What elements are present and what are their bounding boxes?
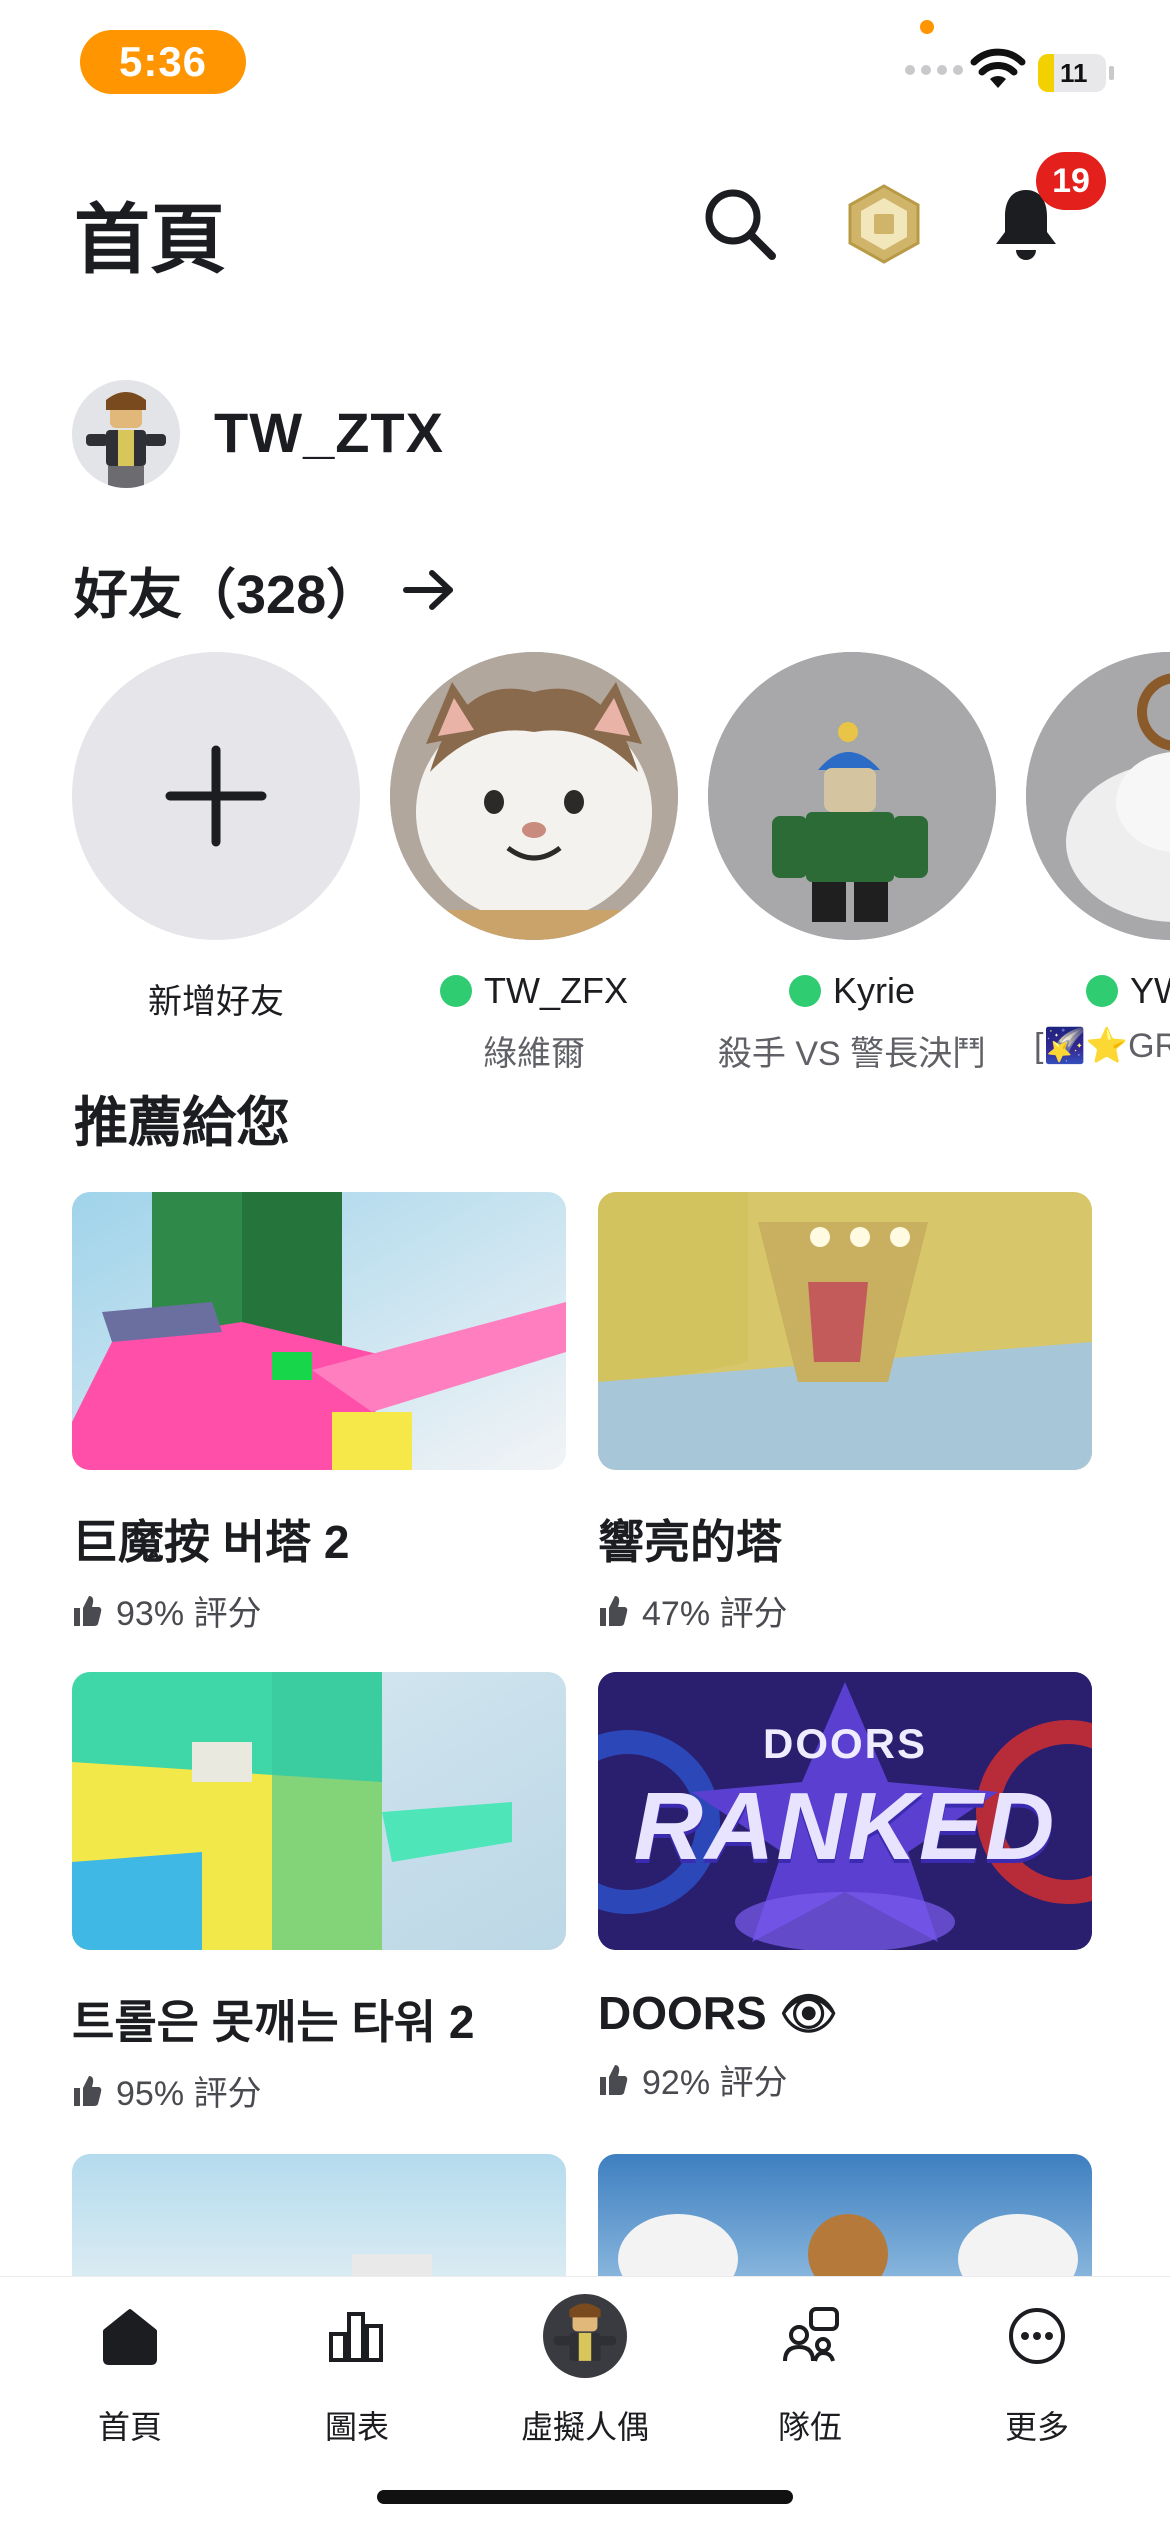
game-thumbnail: DOORS RANKED <box>598 1672 1092 1950</box>
friends-title: 好友（328） <box>74 565 381 625</box>
recording-indicator <box>920 20 934 34</box>
friend-status: 綠維爾 <box>483 1035 585 1073</box>
profile-username[interactable]: TW_ZTX <box>214 400 444 465</box>
notification-badge: 19 <box>1036 152 1106 210</box>
thumbnail-detail <box>808 2214 888 2284</box>
tab-label: 首頁 <box>97 2409 162 2445</box>
online-status-dot <box>788 975 821 1007</box>
friend-name: YW <box>1130 970 1170 1011</box>
wifi-icon <box>970 48 1026 88</box>
cellular-signal-icon <box>905 65 963 75</box>
game-card[interactable]: 巨魔按 버塔 2 93% 評分 <box>72 1192 566 1635</box>
page-title: 首頁 <box>74 198 226 283</box>
game-rating: 93% 評分 <box>116 1595 262 1633</box>
online-status-dot <box>440 975 472 1007</box>
thumbs-up-icon <box>600 2064 628 2095</box>
game-card-partial[interactable] <box>598 2154 1092 2284</box>
recommended-section-title: 推薦給您 <box>74 1093 290 1153</box>
arrow-right-icon <box>403 569 454 610</box>
add-friend-circle <box>72 652 360 940</box>
charts-icon <box>329 2312 383 2362</box>
battery-level: 11 <box>1060 57 1088 88</box>
game-card[interactable]: 響亮的塔 47% 評分 <box>598 1192 1092 1635</box>
game-card[interactable]: 트롤은 못깨는 타워 2 95% 評分 <box>72 1672 566 2115</box>
game-title: 트롤은 못깨는 타워 2 <box>72 1996 475 2048</box>
game-thumbnail <box>598 1192 1092 1470</box>
game-title: 巨魔按 버塔 2 <box>72 1516 350 1568</box>
friend-status: [🌠⭐GR <box>1034 1027 1170 1065</box>
friend-avatar <box>1026 652 1170 940</box>
avatar-icon <box>553 2303 617 2361</box>
friend-name: TW_ZFX <box>484 970 628 1011</box>
game-rating: 95% 評分 <box>116 2075 262 2113</box>
friend-name: Kyrie <box>832 970 916 1011</box>
battery-tip <box>1109 66 1114 80</box>
game-thumbnail <box>72 1192 566 1470</box>
tab-party[interactable]: 隊伍 <box>710 2296 910 2448</box>
search-icon <box>705 189 776 260</box>
tab-charts[interactable]: 圖表 <box>257 2296 457 2448</box>
game-card-partial[interactable] <box>72 2154 566 2284</box>
avatar-icon <box>86 392 166 488</box>
cat-avatar-image <box>390 652 678 940</box>
home-icon <box>103 2309 157 2365</box>
status-time: 5:36 <box>80 30 246 94</box>
add-friend-button[interactable]: 新增好友 <box>72 652 360 1023</box>
tab-more[interactable]: 更多 <box>937 2296 1137 2448</box>
roblox-avatar-image <box>1026 652 1170 940</box>
friend-avatar <box>390 652 678 940</box>
game-title: 響亮的塔 <box>598 1516 782 1568</box>
more-icon <box>1009 2308 1065 2364</box>
game-title: DOORS 👁 <box>598 1987 838 2039</box>
game-rating: 92% 評分 <box>642 2064 788 2102</box>
thumbnail-detail <box>958 2214 1078 2284</box>
tab-label: 隊伍 <box>777 2409 842 2445</box>
thumbnail-word-main: RANKED <box>633 1773 1057 1880</box>
game-rating: 47% 評分 <box>642 1595 788 1633</box>
friend-item[interactable]: YW [🌠⭐GR <box>1026 652 1170 1066</box>
thumbs-up-icon <box>74 1595 102 1626</box>
home-indicator[interactable] <box>377 2490 793 2504</box>
add-friend-label: 新增好友 <box>148 983 284 1021</box>
profile-avatar[interactable] <box>72 380 180 488</box>
avatar-thumbnail <box>543 2294 627 2378</box>
tab-home[interactable]: 首頁 <box>30 2296 230 2448</box>
game-thumbnail <box>72 1672 566 1950</box>
search-button[interactable] <box>692 176 788 272</box>
friends-header[interactable]: 好友（328） <box>74 550 456 629</box>
game-card[interactable]: DOORS RANKED DOORS 👁 92% 評分 <box>598 1672 1092 2104</box>
friend-avatar <box>708 652 996 940</box>
thumbnail-detail <box>618 2214 738 2284</box>
tab-avatar[interactable]: 虛擬人偶 <box>485 2294 685 2448</box>
tab-label: 虛擬人偶 <box>520 2409 649 2445</box>
thumbs-up-icon <box>600 1595 628 1626</box>
robux-icon <box>848 184 920 264</box>
thumbnail-word-top: DOORS <box>762 1720 927 1767</box>
plus-icon <box>165 745 267 847</box>
online-status-dot <box>1086 975 1118 1007</box>
thumbs-up-icon <box>74 2075 102 2106</box>
friend-item[interactable]: TW_ZFX 綠維爾 <box>390 652 678 1075</box>
friend-item[interactable]: Kyrie 殺手 VS 警長決鬥 <box>708 652 996 1075</box>
tab-label: 圖表 <box>324 2409 389 2445</box>
friend-status: 殺手 VS 警長決鬥 <box>717 1035 987 1073</box>
robux-button[interactable] <box>836 176 932 272</box>
party-icon <box>783 2307 839 2362</box>
tab-label: 更多 <box>1004 2409 1069 2445</box>
battery-icon: 11 <box>1038 54 1106 92</box>
roblox-avatar-image <box>708 652 996 940</box>
